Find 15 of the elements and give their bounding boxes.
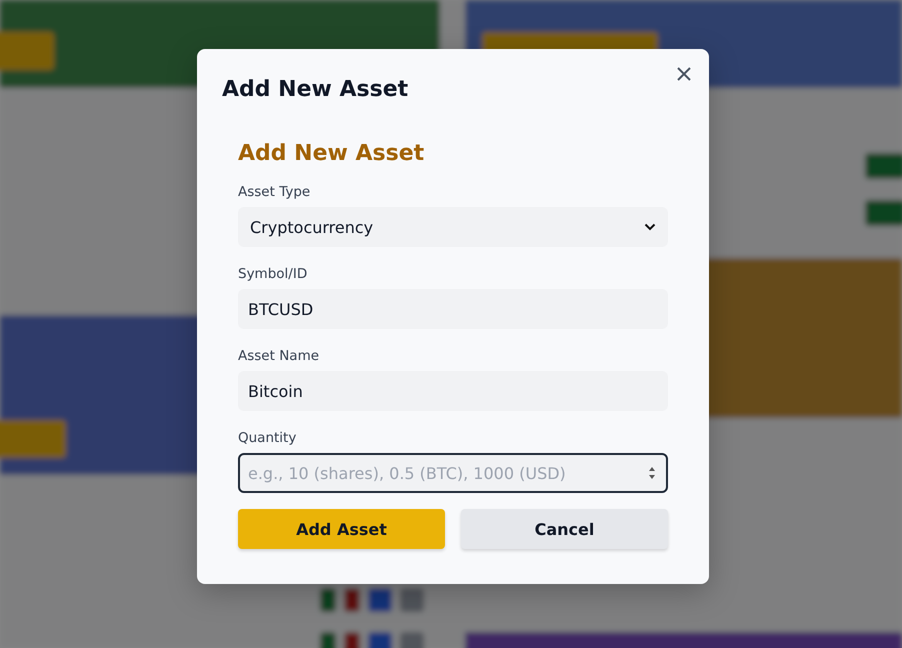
add-asset-button[interactable]: Add Asset	[238, 509, 445, 549]
field-label: Quantity	[238, 429, 298, 447]
close-icon[interactable]	[675, 65, 693, 83]
text-input-field[interactable]: BTCUSD	[238, 289, 668, 329]
text-input-field[interactable]: Bitcoin	[238, 371, 668, 411]
quantity-input-field[interactable]: e.g., 10 (shares), 0.5 (BTC), 1000 (USD)	[238, 453, 668, 493]
field-label: Asset Name	[238, 347, 320, 365]
dialog-title: Add New Asset	[222, 76, 410, 104]
field-label: Asset Type	[238, 183, 312, 201]
cancel-button[interactable]: Cancel	[461, 509, 668, 549]
chevron-down-icon	[644, 223, 656, 231]
spinner-icon[interactable]	[648, 465, 656, 481]
form-title: Add New Asset	[238, 140, 426, 168]
asset-type-select[interactable]: Cryptocurrency	[238, 207, 668, 247]
field-label: Symbol/ID	[238, 265, 308, 283]
